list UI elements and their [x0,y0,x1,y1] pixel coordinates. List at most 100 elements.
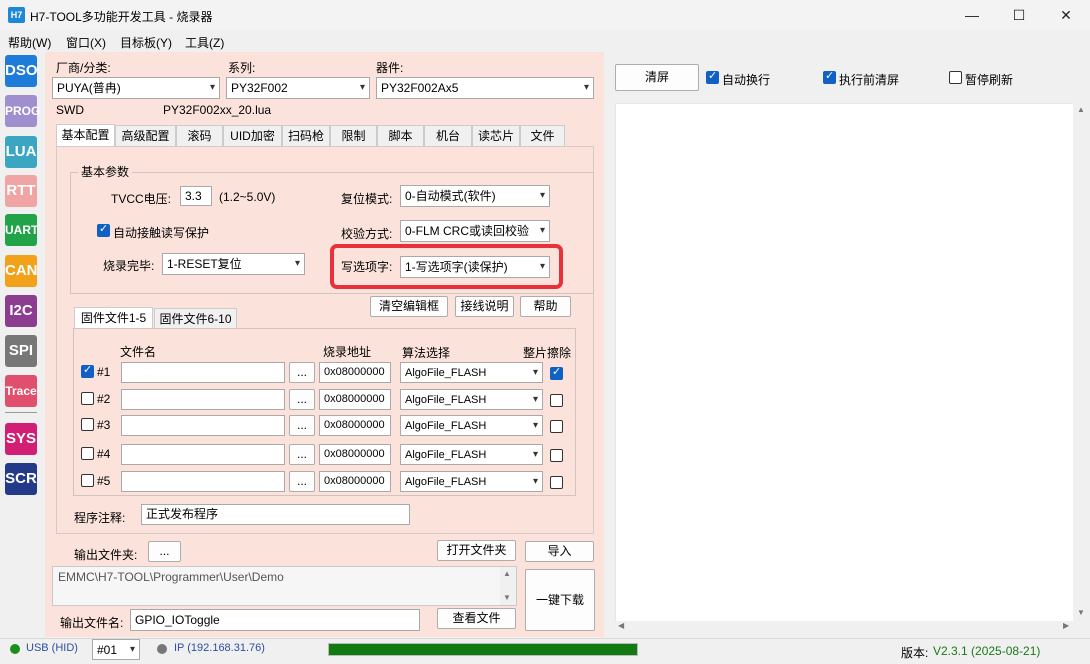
output-path-scrollbar[interactable]: ▲ ▼ [500,567,516,605]
output-folder-path[interactable]: EMMC\H7-TOOL\Programmer\User\Demo [52,566,517,606]
file-address-input[interactable]: 0x08000000 [319,471,391,492]
auto-protect-checkbox[interactable] [97,222,110,237]
sidebar-prog-button[interactable]: PROG [5,95,40,127]
file-row-checkbox[interactable] [81,474,94,487]
sidebar-can-button[interactable]: CAN [5,255,38,287]
tab-1[interactable]: 高级配置 [115,125,176,147]
view-file-button[interactable]: 查看文件 [437,608,516,629]
erase-checkbox[interactable] [550,365,563,380]
clear-before-checkbox[interactable] [823,69,836,84]
file-row-checkbox[interactable] [81,447,94,460]
file-browse-button[interactable]: ... [289,389,315,410]
auto-wrap-checkbox[interactable] [706,69,719,84]
tab-firmware-6-10[interactable]: 固件文件6-10 [154,308,237,330]
menu-window[interactable]: 窗口(X) [66,34,106,51]
sidebar-scr-button[interactable]: SCR [5,463,37,495]
file-browse-button[interactable]: ... [289,362,315,383]
output-filename-input[interactable]: GPIO_IOToggle [130,609,420,631]
algo-select[interactable]: AlgoFile_FLASH ▾ [400,444,543,465]
sidebar-i2c-button[interactable]: I2C [5,295,37,327]
menu-tools[interactable]: 工具(Z) [185,34,224,51]
file-address-input[interactable]: 0x08000000 [319,389,391,410]
file-address-input[interactable]: 0x08000000 [319,362,391,383]
maximize-button[interactable]: ☐ [996,0,1042,30]
file-path-input[interactable] [121,415,285,436]
series-select[interactable]: PY32F002 ▾ [226,77,370,99]
ip-status-text: IP (192.168.31.76) [174,642,265,654]
tab-6[interactable]: 脚本 [377,125,424,147]
menu-target[interactable]: 目标板(Y) [120,34,172,51]
tab-firmware-1-5[interactable]: 固件文件1-5 [74,307,153,330]
scroll-up-icon[interactable]: ▲ [1077,105,1085,114]
file-row-checkbox[interactable] [81,418,94,431]
algo-select[interactable]: AlgoFile_FLASH ▾ [400,362,543,383]
chevron-down-icon: ▾ [532,420,538,431]
vendor-select[interactable]: PUYA(普冉) ▾ [52,77,220,99]
close-button[interactable]: ✕ [1043,0,1089,30]
import-button[interactable]: 导入 [525,541,594,562]
scroll-down-icon[interactable]: ▼ [1077,608,1085,617]
file-address-input[interactable]: 0x08000000 [319,444,391,465]
minimize-button[interactable]: — [949,0,995,30]
open-folder-button[interactable]: 打开文件夹 [437,540,516,561]
erase-checkbox[interactable] [550,420,563,433]
sidebar-lua-button[interactable]: LUA [5,136,37,168]
file-address-input[interactable]: 0x08000000 [319,415,391,436]
sidebar-sys-button[interactable]: SYS [5,423,37,455]
one-key-download-button[interactable]: 一键下载 [525,569,595,631]
file-path-input[interactable] [121,389,285,410]
note-input[interactable]: 正式发布程序 [141,504,410,525]
scroll-up-icon[interactable]: ▲ [503,569,511,578]
clear-screen-button[interactable]: 清屏 [615,64,699,91]
file-row-index: #2 [97,392,111,406]
pause-refresh-checkbox[interactable] [949,71,962,84]
reset-mode-select[interactable]: 0-自动模式(软件) ▾ [400,185,550,207]
log-horizontal-scrollbar[interactable]: ◀ ▶ [615,621,1076,633]
tab-9[interactable]: 文件 [520,125,565,147]
tab-7[interactable]: 机台 [424,125,472,147]
lua-file-text: PY32F002xx_20.lua [163,103,272,117]
port-select[interactable]: #01 ▾ [92,639,140,660]
file-browse-button[interactable]: ... [289,471,315,492]
erase-checkbox[interactable] [550,476,563,489]
algo-select[interactable]: AlgoFile_FLASH ▾ [400,415,543,436]
erase-checkbox[interactable] [550,449,563,462]
help-button[interactable]: 帮助 [520,296,571,317]
device-select[interactable]: PY32F002Ax5 ▾ [376,77,594,99]
log-output[interactable] [615,103,1076,622]
file-browse-button[interactable]: ... [289,415,315,436]
scroll-down-icon[interactable]: ▼ [503,593,511,602]
sidebar-rtt-button[interactable]: RTT [5,175,37,207]
tab-3[interactable]: UID加密 [223,125,282,147]
erase-checkbox[interactable] [550,394,563,407]
sidebar-uart-button[interactable]: UART [5,214,38,246]
burn-done-select[interactable]: 1-RESET复位 ▾ [162,253,305,275]
file-browse-button[interactable]: ... [289,444,315,465]
tvcc-input[interactable]: 3.3 [180,186,212,206]
tab-4[interactable]: 扫码枪 [282,125,330,147]
tab-8[interactable]: 读芯片 [472,125,520,147]
scroll-right-icon[interactable]: ▶ [1063,621,1069,630]
menu-help[interactable]: 帮助(W) [8,34,51,51]
algo-select[interactable]: AlgoFile_FLASH ▾ [400,471,543,492]
sidebar-trace-button[interactable]: Trace [5,375,37,407]
algo-select[interactable]: AlgoFile_FLASH ▾ [400,389,543,410]
file-row-checkbox[interactable] [81,392,94,405]
tab-2[interactable]: 滚码 [176,125,223,147]
tab-0[interactable]: 基本配置 [56,124,115,147]
sidebar-dso-button[interactable]: DSO [5,55,38,87]
clear-editor-button[interactable]: 清空编辑框 [370,296,448,317]
wiring-button[interactable]: 接线说明 [455,296,514,317]
file-row-checkbox[interactable] [81,363,94,378]
scroll-left-icon[interactable]: ◀ [618,621,624,630]
sidebar-spi-button[interactable]: SPI [5,335,37,367]
chevron-down-icon: ▾ [532,394,538,405]
output-folder-label: 输出文件夹: [74,548,138,562]
file-path-input[interactable] [121,444,285,465]
log-vertical-scrollbar[interactable]: ▲ ▼ [1073,103,1088,622]
file-path-input[interactable] [121,471,285,492]
tab-5[interactable]: 限制 [330,125,377,147]
output-folder-browse-button[interactable]: ... [148,541,181,562]
verify-select[interactable]: 0-FLM CRC或读回校验 ▾ [400,220,550,242]
file-path-input[interactable] [121,362,285,383]
